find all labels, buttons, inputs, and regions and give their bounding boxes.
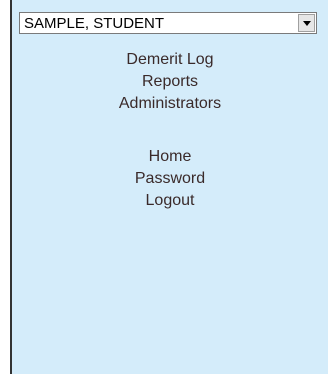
page: SAMPLE, STUDENT Demerit Log Reports Admi… <box>0 0 328 374</box>
nav-link-demerit-log[interactable]: Demerit Log <box>12 49 328 71</box>
primary-nav: Demerit Log Reports Administrators <box>12 49 328 115</box>
nav-link-password[interactable]: Password <box>12 168 328 190</box>
secondary-nav: Home Password Logout <box>12 146 328 212</box>
nav-link-logout[interactable]: Logout <box>12 190 328 212</box>
student-select[interactable]: SAMPLE, STUDENT <box>19 12 317 34</box>
nav-link-home[interactable]: Home <box>12 146 328 168</box>
nav-link-administrators[interactable]: Administrators <box>12 93 328 115</box>
chevron-down-icon <box>303 21 311 26</box>
nav-link-reports[interactable]: Reports <box>12 71 328 93</box>
student-select-value: SAMPLE, STUDENT <box>24 15 165 32</box>
dropdown-arrow-button[interactable] <box>298 14 315 32</box>
